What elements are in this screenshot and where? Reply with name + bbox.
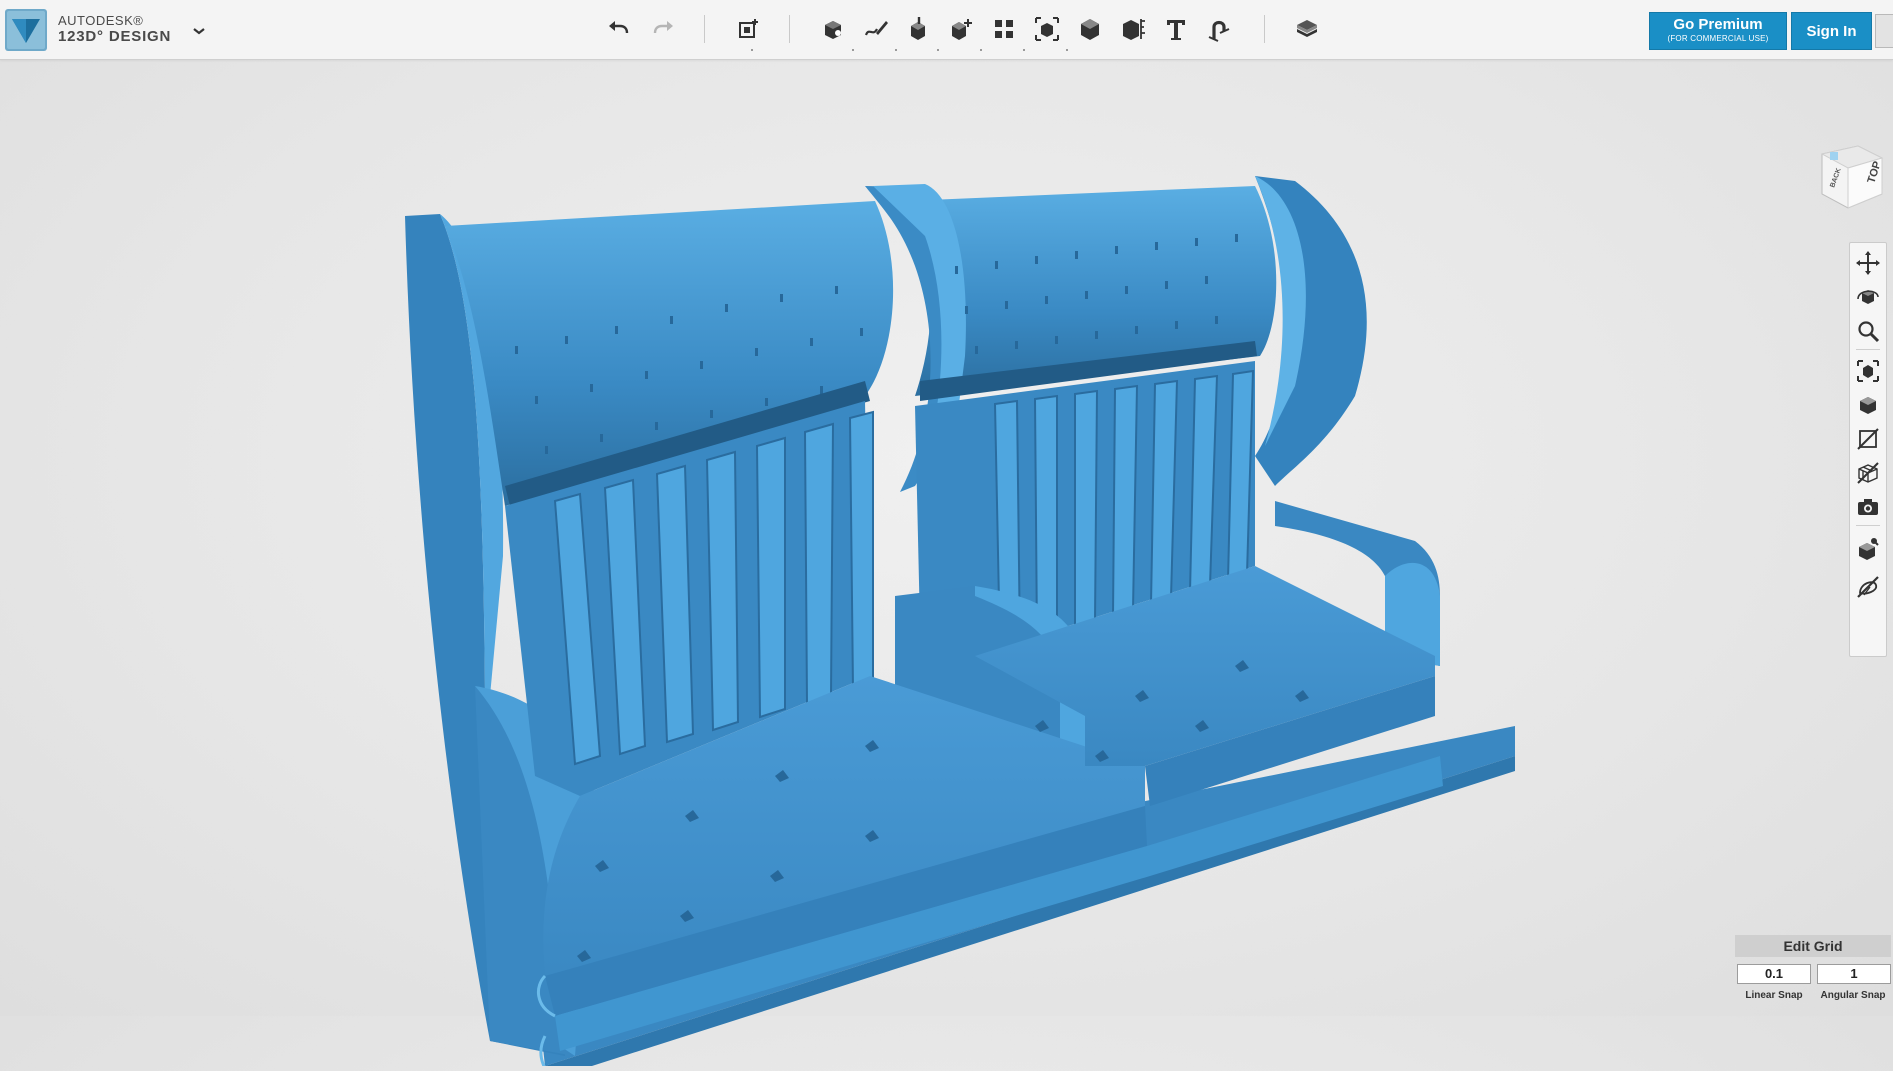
view-cube[interactable]: TOP BACK: [1812, 140, 1890, 214]
pan-icon[interactable]: [1854, 249, 1882, 277]
sign-in-button[interactable]: Sign In: [1791, 12, 1872, 50]
toolbar-divider: [704, 15, 705, 43]
combine-icon[interactable]: [1074, 13, 1106, 45]
outline-toggle-icon[interactable]: [1854, 573, 1882, 601]
dropdown-dot: [751, 49, 753, 51]
panel-toggle-button[interactable]: [1875, 14, 1893, 48]
hide-sketch-icon[interactable]: [1854, 425, 1882, 453]
brand-product: 123D° DESIGN: [58, 28, 172, 45]
material-icon[interactable]: [1291, 13, 1323, 45]
angular-snap-label: Angular Snap: [1820, 990, 1886, 1001]
dropdown-dot: [937, 49, 939, 51]
undo-icon[interactable]: [604, 13, 636, 45]
app-menu-chevron-down-icon[interactable]: [186, 18, 212, 44]
premium-sublabel: (FOR COMMERCIAL USE): [1667, 34, 1769, 43]
grouping-icon[interactable]: [1031, 13, 1063, 45]
primitives-icon[interactable]: [817, 13, 849, 45]
measure-icon[interactable]: [1117, 13, 1149, 45]
sketch-icon[interactable]: [860, 13, 892, 45]
dropdown-dot: [895, 49, 897, 51]
app-brand: AUTODESK® 123D° DESIGN: [58, 14, 171, 46]
redo-icon[interactable]: [646, 13, 678, 45]
camera-icon[interactable]: [1854, 493, 1882, 521]
linear-snap-label: Linear Snap: [1745, 990, 1803, 1001]
text-icon[interactable]: [1160, 13, 1192, 45]
dropdown-dot: [852, 49, 854, 51]
edit-grid-button[interactable]: Edit Grid: [1735, 935, 1891, 957]
add-box-icon[interactable]: [733, 13, 765, 45]
linear-snap-field[interactable]: 0.1: [1737, 964, 1811, 984]
toolbar-divider: [789, 15, 790, 43]
angular-snap-field[interactable]: 1: [1817, 964, 1891, 984]
dropdown-dot: [980, 49, 982, 51]
go-premium-button[interactable]: Go Premium (FOR COMMERCIAL USE): [1649, 12, 1787, 50]
nav-divider: [1856, 525, 1880, 526]
sofa-3d-model[interactable]: [395, 156, 1530, 1071]
premium-label: Go Premium: [1673, 16, 1763, 33]
pattern-icon[interactable]: [988, 13, 1020, 45]
hide-mesh-icon[interactable]: [1854, 459, 1882, 487]
brand-company: AUTODESK®: [58, 13, 144, 28]
dropdown-dot: [1023, 49, 1025, 51]
top-toolbar: AUTODESK® 123D° DESIGN Go Premium (FOR C…: [0, 0, 1893, 60]
modify-icon[interactable]: [945, 13, 977, 45]
edit-grid-panel: Edit Grid 0.1 1 Linear Snap Angular Snap: [1735, 935, 1891, 1009]
zoom-icon[interactable]: [1854, 317, 1882, 345]
dropdown-dot: [1066, 49, 1068, 51]
fit-icon[interactable]: [1854, 357, 1882, 385]
snap-icon[interactable]: [1203, 13, 1235, 45]
nav-divider: [1856, 349, 1880, 350]
construct-icon[interactable]: [902, 13, 934, 45]
orbit-icon[interactable]: [1854, 283, 1882, 311]
app-logo-icon: [4, 8, 48, 52]
view-navigation-bar: [1849, 242, 1887, 657]
material-toggle-icon[interactable]: [1854, 535, 1882, 563]
3d-viewport[interactable]: TOP BACK Edit Grid 0.1 1 Linear Snap Ang…: [0, 60, 1893, 1071]
toolbar-divider: [1264, 15, 1265, 43]
views-icon[interactable]: [1854, 391, 1882, 419]
